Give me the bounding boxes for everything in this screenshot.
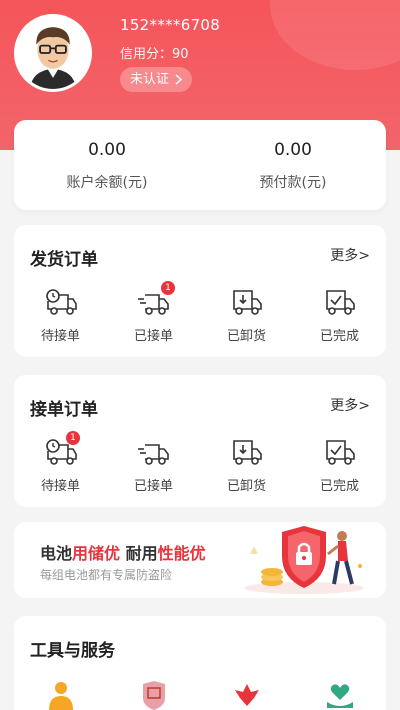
ship-accepted-badge: 1 (161, 281, 175, 295)
ship-status-unloaded[interactable]: 已卸货 (200, 287, 293, 344)
tool-item-1[interactable] (14, 680, 107, 710)
battery-insurance-banner[interactable]: 电池用储优 耐用性能优 每组电池都有专属防盗险 (14, 522, 386, 598)
ship-status-accepted[interactable]: 1 已接单 (107, 281, 200, 344)
take-orders-more-link[interactable]: 更多> (330, 395, 370, 415)
take-status-accepted[interactable]: 已接单 (107, 437, 200, 494)
flower-icon (234, 684, 259, 706)
ship-orders-title: 发货订单 (30, 250, 98, 270)
ship-status-completed[interactable]: 已完成 (293, 287, 386, 344)
heart-hand-icon (326, 684, 353, 708)
unload-icon (232, 290, 262, 315)
credit-colon: ： (159, 47, 173, 62)
take-orders-status-row: 1 待接单 已接单 已卸货 已完成 (14, 431, 386, 494)
ship-orders-card: 发货订单 更多> 待接单 1 已接单 已卸货 已完成 (14, 225, 386, 357)
prepayment-value: 0.00 (274, 140, 312, 160)
take-status-accepted-label: 已接单 (133, 479, 173, 494)
take-status-completed-label: 已完成 (319, 479, 359, 494)
account-balance-label: 账户余额(元) (66, 175, 148, 191)
tool-item-2[interactable] (107, 680, 200, 710)
avatar[interactable] (14, 14, 92, 92)
tool-item-3[interactable] (200, 680, 293, 710)
ship-status-pending[interactable]: 待接单 (14, 287, 107, 344)
prepayment-label: 预付款(元) (259, 175, 327, 191)
truck-clock-icon (45, 289, 77, 315)
take-orders-title: 接单订单 (30, 400, 98, 420)
take-pending-badge: 1 (66, 431, 80, 445)
ship-orders-more-link[interactable]: 更多> (330, 245, 370, 265)
account-balance[interactable]: 0.00 账户余额(元) (14, 140, 200, 192)
credit-score: 信用分：90 (120, 43, 189, 62)
ship-status-pending-label: 待接单 (40, 329, 80, 344)
tools-title: 工具与服务 (30, 641, 115, 661)
verify-label: 未认证 (130, 72, 170, 87)
ship-status-accepted-label: 已接单 (133, 329, 173, 344)
tools-row (14, 680, 386, 710)
take-orders-card: 接单订单 更多> 1 待接单 已接单 已卸货 已完成 (14, 375, 386, 507)
take-status-pending[interactable]: 1 待接单 (14, 431, 107, 494)
credit-label: 信用分 (120, 47, 160, 62)
ship-status-unloaded-label: 已卸货 (226, 329, 266, 344)
banner-headline: 电池用储优 耐用性能优 (40, 540, 206, 564)
person-service-icon (48, 682, 73, 710)
take-status-completed[interactable]: 已完成 (293, 437, 386, 494)
phone-number: 152****6708 (120, 16, 221, 34)
tool-item-4[interactable] (293, 680, 386, 710)
header-decoration (270, 0, 400, 70)
shield-lock-illustration (244, 526, 364, 594)
banner-text-1: 电池 (40, 544, 73, 563)
balance-card: 0.00 账户余额(元) 0.00 预付款(元) (14, 120, 386, 210)
tools-services-card: 工具与服务 (14, 616, 386, 710)
account-balance-value: 0.00 (88, 140, 126, 160)
take-status-unloaded[interactable]: 已卸货 (200, 437, 293, 494)
truck-moving-icon (137, 444, 169, 465)
take-status-unloaded-label: 已卸货 (226, 479, 266, 494)
banner-subtitle: 每组电池都有专属防盗险 (40, 568, 173, 582)
prepayment[interactable]: 0.00 预付款(元) (200, 140, 386, 192)
truck-check-icon (325, 440, 355, 465)
take-status-pending-label: 待接单 (40, 479, 80, 494)
truck-check-icon (325, 290, 355, 315)
ship-status-completed-label: 已完成 (319, 329, 359, 344)
ship-orders-status-row: 待接单 1 已接单 已卸货 已完成 (14, 281, 386, 344)
banner-text-3: 耐用 (120, 544, 158, 563)
credit-value: 90 (172, 47, 189, 62)
chevron-right-icon (175, 74, 183, 85)
banner-text-4: 性能优 (157, 544, 206, 563)
unload-icon (232, 440, 262, 465)
banner-text-2: 用储优 (72, 544, 121, 563)
verify-button[interactable]: 未认证 (120, 67, 193, 92)
merchant-shield-icon (142, 681, 165, 710)
